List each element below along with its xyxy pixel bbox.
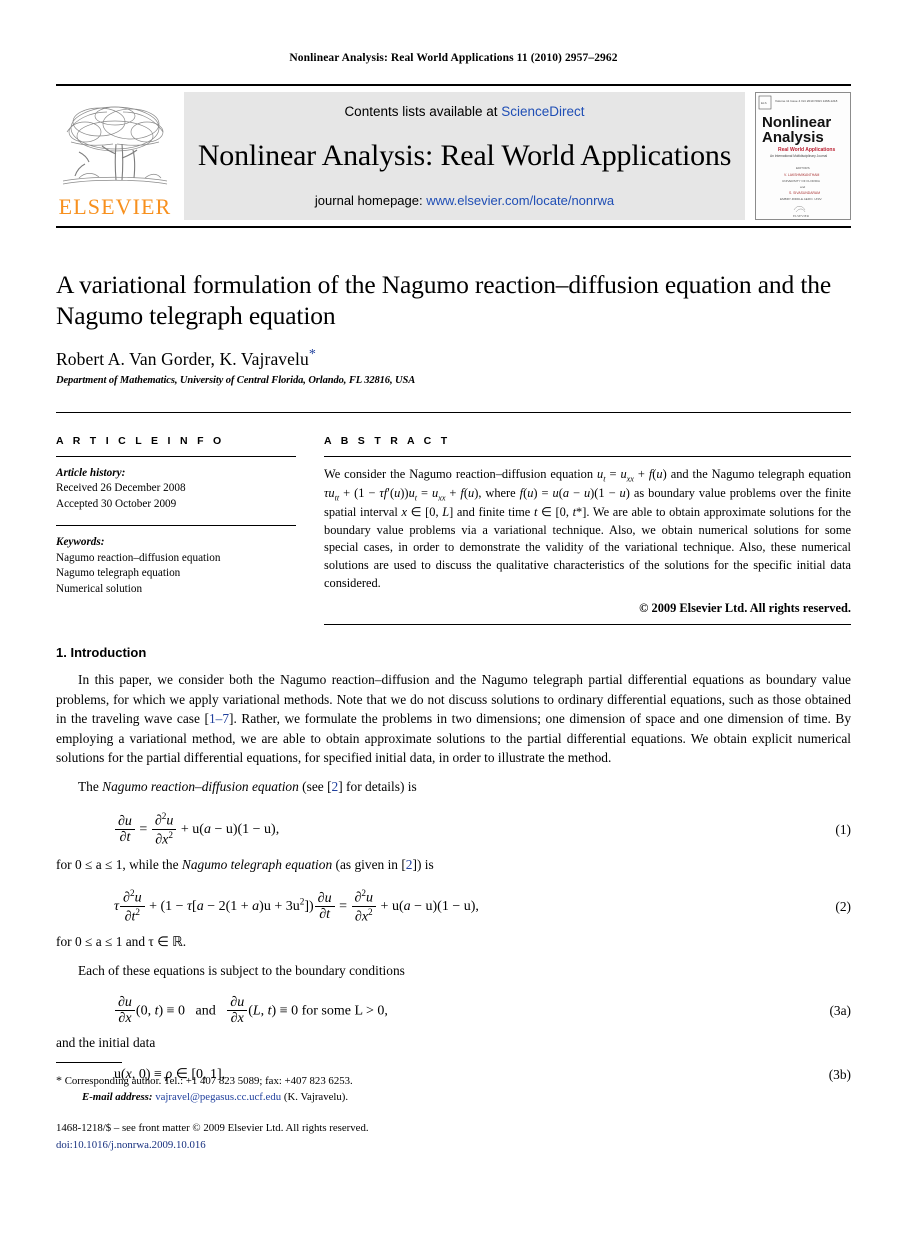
footnote-email-line: E-mail address: vajravel@pegasus.cc.ucf.…: [56, 1089, 851, 1105]
journal-title: Nonlinear Analysis: Real World Applicati…: [197, 139, 732, 172]
masthead-center-panel: Contents lists available at ScienceDirec…: [184, 92, 745, 220]
equation-1-row: ∂u ∂t = ∂2u ∂x2 + u(a − u)(1 − u), (1): [56, 811, 851, 849]
lead-in-equation-1: The Nagumo reaction–diffusion equation (…: [56, 777, 851, 796]
author-names: Robert A. Van Gorder, K. Vajravelu: [56, 349, 309, 370]
lead-eq1-b: (see [: [298, 779, 332, 795]
paper-page: Nonlinear Analysis: Real World Applicati…: [0, 0, 907, 1238]
svg-text:UNIVERSITY OF FLORIDA: UNIVERSITY OF FLORIDA: [782, 179, 821, 183]
equation-3a-row: ∂u ∂x (0, t) ≡ 0 and ∂u ∂x (L, t) ≡ 0 for so…: [56, 995, 851, 1027]
svg-text:and: and: [800, 185, 805, 189]
keywords-label: Keywords:: [56, 536, 105, 549]
journal-homepage-line: journal homepage: www.elsevier.com/locat…: [315, 193, 614, 208]
journal-homepage-link[interactable]: www.elsevier.com/locate/nonrwa: [426, 193, 614, 208]
equation-2-body: τ ∂2u ∂t2 + (1 − τ[a − 2(1 + a)u + 3u2]) ∂u…: [114, 887, 479, 925]
after-equation-3a-text: and the initial data: [56, 1034, 156, 1050]
elsevier-tree-icon: [62, 106, 168, 185]
keyword-item: Nagumo reaction–diffusion equation: [56, 551, 221, 564]
equation-3a-number: (3a): [829, 1002, 851, 1018]
abstract-wrap: We consider the Nagumo reaction–diffusio…: [324, 466, 852, 626]
journal-masthead: ELSEVIER Contents lists available at Sci…: [56, 84, 851, 228]
elsevier-logo: ELSEVIER: [56, 92, 174, 220]
article-history-received: Received 26 December 2008: [56, 482, 186, 495]
svg-text:Real World Applications: Real World Applications: [778, 147, 835, 153]
introduction-paragraph-1: In this paper, we consider both the Nagu…: [56, 670, 851, 767]
keywords-rule: [56, 525, 296, 527]
after-equation-1-text: for 0 ≤ a ≤ 1, while the Nagumo telegrap…: [56, 855, 851, 874]
lead-in-equation-3a: Each of these equations is subject to th…: [78, 963, 405, 979]
footnote-corresponding-author: * Corresponding author. Tel.: +1 407 823…: [56, 1071, 851, 1089]
after-eq1-b: (as given in [: [332, 856, 406, 872]
lead-eq1-a: The: [78, 779, 103, 795]
abstract-text: We consider the Nagumo reaction–diffusio…: [324, 467, 852, 590]
abstract-column: A B S T R A C T We consider the Nagumo r…: [324, 435, 852, 626]
keyword-item: Numerical solution: [56, 582, 143, 595]
article-info-column: A R T I C L E I N F O Article history: R…: [56, 435, 324, 625]
after-eq1-a: for 0 ≤ a ≤ 1, while the: [56, 856, 182, 872]
info-abstract-row: A R T I C L E I N F O Article history: R…: [56, 412, 852, 626]
svg-text:Volume 11 Issue 4 Oct 2010: Volume 11 Issue 4 Oct 2010 ISSN 1468-121…: [775, 99, 838, 103]
elsevier-wordmark: ELSEVIER: [58, 194, 172, 219]
equation-2-row: τ ∂2u ∂t2 + (1 − τ[a − 2(1 + a)u + 3u2]) ∂u…: [56, 888, 851, 926]
article-info-rule: [56, 456, 296, 458]
equation-2-number: (2): [835, 898, 851, 914]
svg-text:S. SIVASUNDARAM: S. SIVASUNDARAM: [789, 191, 820, 195]
svg-text:EDITORS: EDITORS: [796, 166, 810, 170]
journal-cover-thumbnail: ELS Volume 11 Issue 4 Oct 2010 ISSN 1468…: [755, 92, 851, 220]
footnote-email-owner: (K. Vajravelu).: [283, 1091, 349, 1104]
footnote-email-link[interactable]: vajravel@pegasus.cc.ucf.edu: [155, 1091, 281, 1103]
imprint-line: 1468-1218/$ – see front matter © 2009 El…: [56, 1122, 369, 1135]
footnote-star-marker: *: [56, 1073, 62, 1087]
footnote-email-label: E-mail address:: [82, 1091, 153, 1104]
equation-1-body: ∂u ∂t = ∂2u ∂x2 + u(a − u)(1 − u),: [114, 811, 835, 849]
running-head: Nonlinear Analysis: Real World Applicati…: [289, 52, 618, 64]
author-list: Robert A. Van Gorder, K. Vajravelu*: [56, 347, 851, 370]
equation-3a-tail: for some L > 0,: [301, 1002, 388, 1018]
svg-text:Analysis: Analysis: [762, 129, 824, 146]
doi-link[interactable]: doi:10.1016/j.nonrwa.2009.10.016: [56, 1137, 851, 1153]
footnote-separator-rule: [56, 1062, 122, 1063]
imprint-block: 1468-1218/$ – see front matter © 2009 El…: [56, 1120, 851, 1152]
equation-1-number: (1): [835, 821, 851, 837]
lead-eq1-italic: Nagumo reaction–diffusion equation: [102, 779, 299, 795]
equation-3a-body: ∂u ∂x (0, t) ≡ 0 and ∂u ∂x (L, t) ≡ 0 for so…: [114, 995, 829, 1027]
contents-available-line: Contents lists available at ScienceDirec…: [344, 104, 584, 119]
corresponding-author-marker: *: [308, 347, 316, 363]
footnote-block: * Corresponding author. Tel.: +1 407 823…: [56, 1062, 851, 1153]
after-eq1-c: ]) is: [412, 856, 434, 872]
title-block: A variational formulation of the Nagumo …: [56, 270, 851, 386]
abstract-label: A B S T R A C T: [324, 435, 451, 448]
after-eq1-italic: Nagumo telegraph equation: [181, 856, 333, 872]
svg-text:ELS: ELS: [761, 101, 767, 105]
article-info-label: A R T I C L E I N F O: [56, 435, 225, 448]
article-history-accepted: Accepted 30 October 2009: [56, 497, 177, 510]
section-heading-introduction: 1. Introduction: [56, 645, 147, 661]
keywords-group: Keywords: Nagumo reaction–diffusion equa…: [56, 535, 296, 597]
page-title: A variational formulation of the Nagumo …: [56, 270, 832, 330]
abstract-copyright: © 2009 Elsevier Ltd. All rights reserved…: [639, 601, 851, 616]
article-history-label: Article history:: [56, 467, 126, 480]
article-history-group: Article history: Received 26 December 20…: [56, 466, 296, 512]
contents-prefix: Contents lists available at: [344, 104, 502, 119]
homepage-prefix: journal homepage:: [314, 193, 427, 208]
svg-text:EMBRY-RIDDLE AERO. UNIV.: EMBRY-RIDDLE AERO. UNIV.: [780, 197, 823, 201]
abstract-rule: [324, 456, 851, 458]
svg-text:ELSEVIER: ELSEVIER: [793, 214, 810, 218]
sciencedirect-link[interactable]: ScienceDirect: [501, 104, 584, 119]
keyword-item: Nagumo telegraph equation: [56, 567, 181, 580]
equation-3a-conjunction: and: [195, 1002, 216, 1018]
after-equation-2-text: for 0 ≤ a ≤ 1 and τ ∈ ℝ.: [56, 933, 187, 949]
footnote-corresponding-text: Corresponding author. Tel.: +1 407 823 5…: [64, 1075, 353, 1087]
lead-eq1-c: ] for details) is: [338, 779, 417, 795]
citation-link-2b[interactable]: 2: [406, 857, 413, 872]
affiliation: Department of Mathematics, University of…: [56, 375, 416, 387]
citation-link-1-7[interactable]: 1–7: [209, 711, 229, 726]
svg-text:An International Multidiscipli: An International Multidisciplinary Journ…: [770, 154, 827, 158]
cover-artwork: ELS Volume 11 Issue 4 Oct 2010 ISSN 1468…: [756, 93, 850, 219]
svg-text:V. LAKSHMIKANTHAM: V. LAKSHMIKANTHAM: [784, 173, 819, 177]
